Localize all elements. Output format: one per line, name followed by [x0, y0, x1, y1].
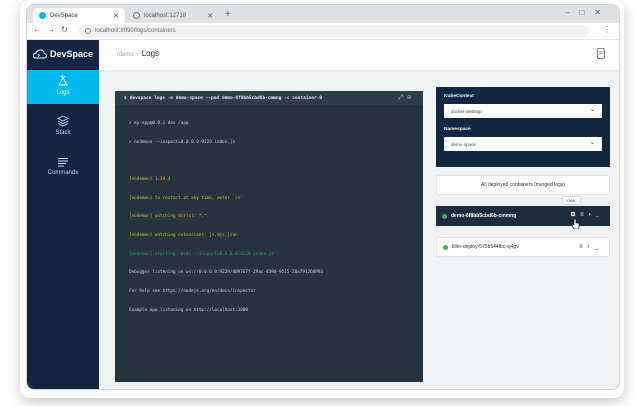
kube-context-label: KubeContext [444, 94, 474, 99]
pod-actions: ≡›_ [579, 244, 603, 250]
breadcrumb-root[interactable]: /demo [117, 52, 134, 58]
satellite-icon [58, 75, 68, 86]
mouse-cursor-icon [572, 219, 580, 229]
log-line: Example app listening on http://localhos… [129, 307, 248, 313]
new-tab-icon[interactable]: + [225, 9, 231, 20]
breadcrumb: /demo › Logs [117, 49, 159, 58]
namespace-value: demo-space [451, 141, 476, 147]
pod-item[interactable]: tiller-deploy-575b544fbc-xj4gv ≡›_ [436, 237, 610, 257]
terminal-command-icon: $ [124, 95, 127, 101]
pod-actions: ⧉≡›_ [571, 212, 604, 219]
url-text: localhost:8090/logs/containers [95, 28, 176, 34]
close-terminal-icon[interactable]: ⊞ [407, 94, 415, 101]
terminal-icon[interactable]: ›_ [588, 244, 603, 250]
log-line: [nodemon] starting `node --inspect=0.0.0… [129, 251, 277, 257]
back-icon[interactable]: ← [33, 25, 41, 34]
browser-tab-devspace[interactable]: DevSpace ✕ [33, 8, 125, 23]
log-line: > nodemon --inspect=0.0.0.0:9229 index.j… [129, 140, 236, 146]
status-running-icon [442, 213, 447, 219]
close-tab-icon[interactable]: ✕ [207, 12, 213, 20]
all-containers-button[interactable]: All deployed containers (merged logs) [436, 175, 610, 195]
sidebar-item-label: Logs [56, 90, 70, 96]
tab-bar: DevSpace ✕ localhost:12718 ✕ + –□✕ [27, 5, 619, 23]
log-line: > my-app@0.0.1 dev /app [129, 121, 189, 127]
devspace-cloud-icon [32, 49, 47, 59]
brand-logo[interactable]: DevSpace [27, 40, 99, 68]
close-tab-icon[interactable]: ✕ [113, 12, 119, 20]
log-line: For help see https://nodejs.org/en/docs/… [129, 288, 256, 294]
page-title: Logs [141, 49, 160, 58]
tab-title: localhost:12718 [144, 12, 187, 19]
url-input[interactable]: localhost:8090/logs/containers [79, 25, 589, 37]
reload-icon[interactable]: ↻ [61, 25, 68, 34]
chevron-right-icon: › [136, 52, 139, 58]
log-line: [nodemon] 1.19.4 [129, 177, 171, 183]
sidebar-item-stack[interactable]: Stack [27, 110, 99, 144]
log-line: [nodemon] watching dir(s): *.* [129, 214, 207, 220]
forward-icon[interactable]: → [47, 25, 55, 34]
pod-item-selected[interactable]: demo-6f8bb5cbd6b-cmmng ⧉≡›_ [436, 206, 610, 226]
layers-icon [57, 115, 69, 127]
terminal-header: $ devspace logs -n demo-space --pod demo… [115, 91, 423, 105]
terminal-actions: ⤢⊞ [399, 94, 415, 102]
yaml-icon[interactable]: ≡ [579, 244, 588, 250]
context-panel: KubeContext docker-desktop ⌄ Namespace d… [436, 87, 610, 167]
address-bar-row: ← → ↻ localhost:8090/logs/containers ⋮ [27, 23, 619, 40]
sidebar-item-label: Commands [47, 170, 79, 176]
kube-context-select[interactable]: docker-desktop ⌄ [444, 104, 602, 118]
browser-tab-localhost[interactable]: localhost:12718 ✕ [127, 8, 219, 23]
main-content: $ devspace logs -n demo-space --pod demo… [99, 71, 619, 389]
chevron-down-icon: ⌄ [589, 107, 595, 113]
terminal-output: > my-app@0.0.1 dev /app > nodemon --insp… [129, 109, 323, 326]
sidebar-item-label: Stack [55, 130, 71, 136]
log-line: [nodemon] to restart at any time, enter … [129, 195, 243, 201]
terminal-icon[interactable]: ›_ [589, 212, 604, 218]
yaml-icon[interactable]: ≡ [580, 212, 589, 218]
namespace-select[interactable]: demo-space ⌄ [444, 137, 602, 151]
log-line: Debugger listening on ws://0.0.0.0:9229/… [129, 270, 324, 276]
browser-window: DevSpace ✕ localhost:12718 ✕ + –□✕ ← → ↻… [26, 4, 620, 390]
info-icon [85, 28, 91, 34]
kube-context-value: docker-desktop [451, 108, 482, 114]
devspace-favicon-icon [39, 12, 46, 19]
open-external-icon[interactable]: ⧉ [571, 212, 580, 218]
list-icon [58, 158, 68, 167]
pod-name: tiller-deploy-575b544fbc-xj4gv [452, 244, 519, 250]
status-running-icon [443, 244, 448, 250]
sidebar-item-commands[interactable]: Commands [27, 152, 99, 186]
tab-title: DevSpace [50, 12, 78, 19]
pod-name: demo-6f8bb5cbd6b-cmmng [451, 213, 517, 219]
page-header: /demo › Logs [99, 40, 619, 71]
sidebar-item-logs[interactable]: Logs [27, 70, 99, 104]
log-line: [nodemon] watching extensions: js,mjs,js… [129, 233, 238, 239]
brand-name: DevSpace [49, 49, 94, 59]
sidebar: DevSpace Logs Stack Commands [27, 40, 99, 389]
chevron-down-icon: ⌄ [589, 140, 595, 146]
yaml-tooltip: YAML [563, 197, 580, 204]
terminal-command: devspace logs -n demo-space --pod demo-6… [129, 95, 323, 101]
window-controls[interactable]: –□✕ [565, 8, 611, 17]
browser-menu-icon[interactable]: ⋮ [603, 25, 611, 34]
log-terminal[interactable]: $ devspace logs -n demo-space --pod demo… [115, 91, 423, 382]
namespace-label: Namespace [444, 127, 471, 132]
globe-icon [133, 12, 140, 19]
docs-icon[interactable] [597, 48, 605, 59]
